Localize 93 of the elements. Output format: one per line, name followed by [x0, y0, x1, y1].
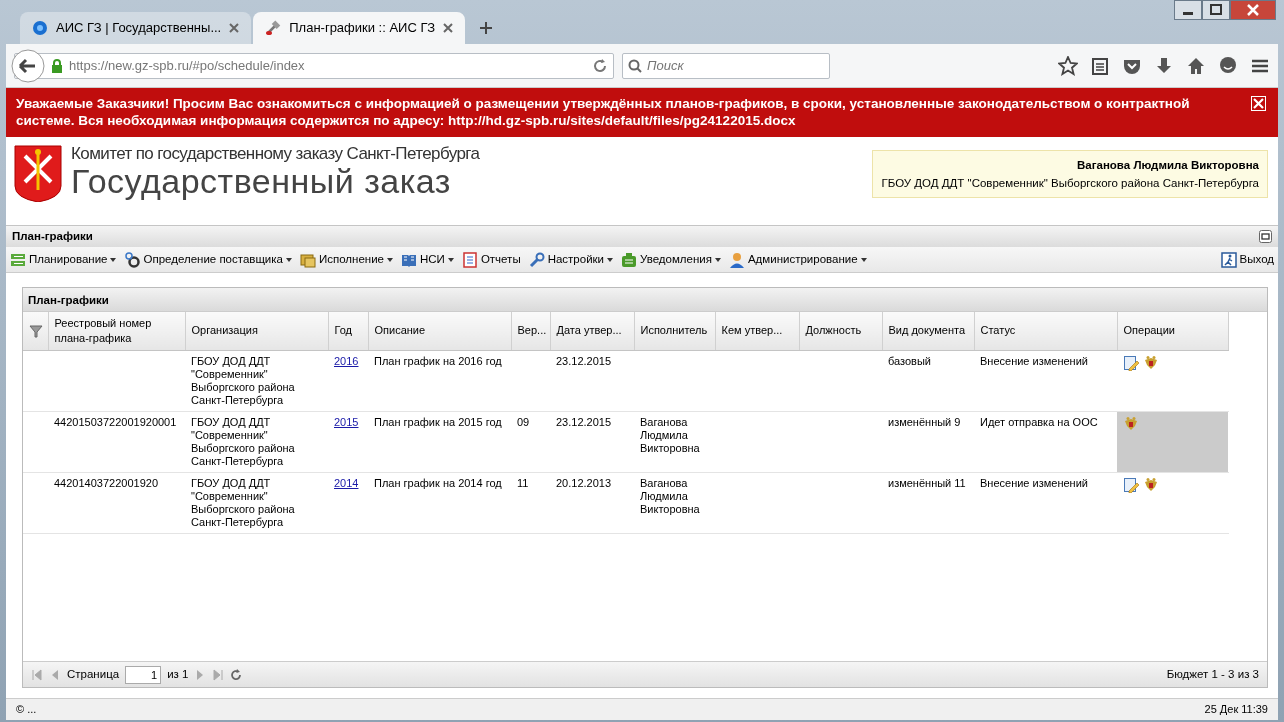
column-header[interactable]: Дата утвер...	[550, 312, 634, 350]
column-header[interactable]: Реестровый номер плана-графика	[48, 312, 185, 350]
page-number-field[interactable]: 1	[125, 665, 162, 684]
lock-icon	[51, 58, 63, 73]
user-icon	[728, 251, 745, 268]
site-title: Государственный заказ	[71, 164, 452, 198]
search-icon	[628, 58, 642, 73]
table-cell: ГБОУ ДОД ДДТ "Современник" Выборгского района Санкт-Петербурга	[185, 411, 328, 472]
footer-copyright: © ...	[16, 702, 37, 718]
table-cell: ГБОУ ДОД ДДТ "Современник" Выборгского района Санкт-Петербурга	[185, 472, 328, 533]
close-icon[interactable]	[443, 23, 454, 33]
table-cell: План график на 2016 год	[368, 350, 511, 411]
page-count: из 1	[167, 666, 189, 682]
user-organization: ГБОУ ДОД ДДТ "Современник" Выборгского района Санкт-Петербурга	[881, 176, 1259, 191]
menu-item[interactable]: Определение поставщика	[124, 250, 292, 269]
gavel-icon	[265, 20, 282, 36]
list-icon	[10, 251, 26, 268]
table-cell: ГБОУ ДОД ДДТ "Современник" Выборгского района Санкт-Петербурга	[185, 350, 328, 411]
menu-item[interactable]: НСИ	[401, 250, 454, 269]
refresh-button[interactable]	[230, 668, 243, 681]
chat-icon[interactable]	[1218, 55, 1238, 76]
column-header[interactable]: Статус	[974, 312, 1117, 350]
year-link[interactable]: 2015	[334, 415, 359, 428]
reload-icon[interactable]	[593, 58, 607, 73]
exit-door-icon	[1220, 251, 1237, 268]
grid-title: План-графики	[23, 288, 1267, 312]
new-tab-icon[interactable]	[479, 21, 494, 35]
close-icon	[1252, 97, 1265, 110]
year-link[interactable]: 2014	[334, 476, 359, 489]
table-cell: Внесение изменений	[974, 472, 1117, 533]
table-cell: 11	[511, 472, 550, 533]
edit-document-icon[interactable]	[1123, 476, 1139, 493]
column-header[interactable]: Должность	[799, 312, 882, 350]
home-icon[interactable]	[1186, 55, 1206, 76]
menu-item[interactable]: Уведомления	[621, 250, 721, 269]
menu-item[interactable]: Исполнение	[300, 250, 393, 269]
table-cell: План график на 2015 год	[368, 411, 511, 472]
menu-item[interactable]: Планирование	[10, 250, 117, 269]
filter-icon	[29, 324, 43, 339]
column-header[interactable]: Операции	[1117, 312, 1228, 350]
notice-text: Уважаемые Заказчики! Просим Вас ознакомиться с информацией о размещении утверждённых планов-графиков, в сроки, установленные законодательством о контрактной системе. Вся необходимая информация содержится по адресу: http://hd.gz-spb.ru/sites/default/files/pg24122015.docx	[16, 95, 1191, 129]
search-field[interactable]: Поиск	[622, 52, 830, 79]
folders-icon	[300, 251, 316, 268]
table-cell: Ваганова Людмила Викторовна	[634, 472, 715, 533]
notice-icon	[621, 251, 638, 268]
table-cell: Ваганова Людмила Викторовна	[634, 411, 715, 472]
table-cell: 09	[511, 411, 550, 472]
minimize-icon[interactable]	[1174, 0, 1202, 20]
column-header[interactable]: Исполнитель	[634, 312, 715, 350]
browser-tab[interactable]: План-графики :: АИС ГЗ	[253, 12, 466, 44]
collapse-icon[interactable]	[1259, 230, 1272, 243]
menu-item[interactable]: Администрирование	[728, 250, 867, 269]
table-cell: изменённый 9	[882, 411, 974, 472]
table-cell: 44201503722001920001	[48, 411, 185, 472]
table-cell: базовый	[882, 350, 974, 411]
refresh-icon	[230, 668, 243, 681]
user-name: Ваганова Людмила Викторовна	[1076, 158, 1259, 173]
column-header[interactable]: Вер...	[511, 312, 550, 350]
module-title: План-графики	[12, 228, 93, 244]
date-time: 25 Дек 11:39	[1204, 702, 1268, 718]
column-header[interactable]: Год	[328, 312, 368, 350]
table-cell: План график на 2014 год	[368, 472, 511, 533]
maximize-icon[interactable]	[1202, 0, 1230, 20]
report-icon	[461, 251, 478, 268]
logout-button[interactable]: Выход	[1220, 250, 1274, 269]
table-cell: изменённый 11	[882, 472, 974, 533]
table-cell: 23.12.2015	[550, 350, 634, 411]
menu-item[interactable]: Отчеты	[461, 250, 521, 269]
record-summary: Бюджет 1 - 3 из 3	[1166, 666, 1259, 682]
page-label: Страница	[67, 666, 120, 682]
column-header[interactable]: Вид документа	[882, 312, 974, 350]
table-cell: 20.12.2013	[550, 472, 634, 533]
menu-item[interactable]: Настройки	[528, 250, 614, 269]
column-header[interactable]: Кем утвер...	[715, 312, 799, 350]
table-cell: 23.12.2015	[550, 411, 634, 472]
column-header[interactable]: Описание	[368, 312, 511, 350]
bookmark-star-icon[interactable]	[1058, 55, 1078, 76]
first-page-icon	[31, 668, 43, 681]
committee-name: Комитет по государственному заказу Санкт-Петербурга	[71, 144, 480, 164]
coat-of-arms-icon	[13, 144, 63, 202]
close-button[interactable]	[1251, 96, 1266, 111]
table-cell: 44201403722001920	[48, 472, 185, 533]
close-icon[interactable]	[1230, 0, 1276, 20]
table-cell: Внесение изменений	[974, 350, 1117, 411]
reading-list-icon[interactable]	[1090, 55, 1110, 76]
globe-icon	[32, 20, 48, 36]
last-page-icon	[212, 668, 225, 681]
filter-header[interactable]	[23, 312, 48, 350]
column-header[interactable]: Организация	[185, 312, 328, 350]
close-icon[interactable]	[229, 23, 240, 33]
edit-document-icon[interactable]	[1123, 354, 1139, 371]
browser-tab[interactable]: АИС ГЗ | Государственны...	[20, 12, 252, 44]
year-link[interactable]: 2016	[334, 354, 359, 367]
